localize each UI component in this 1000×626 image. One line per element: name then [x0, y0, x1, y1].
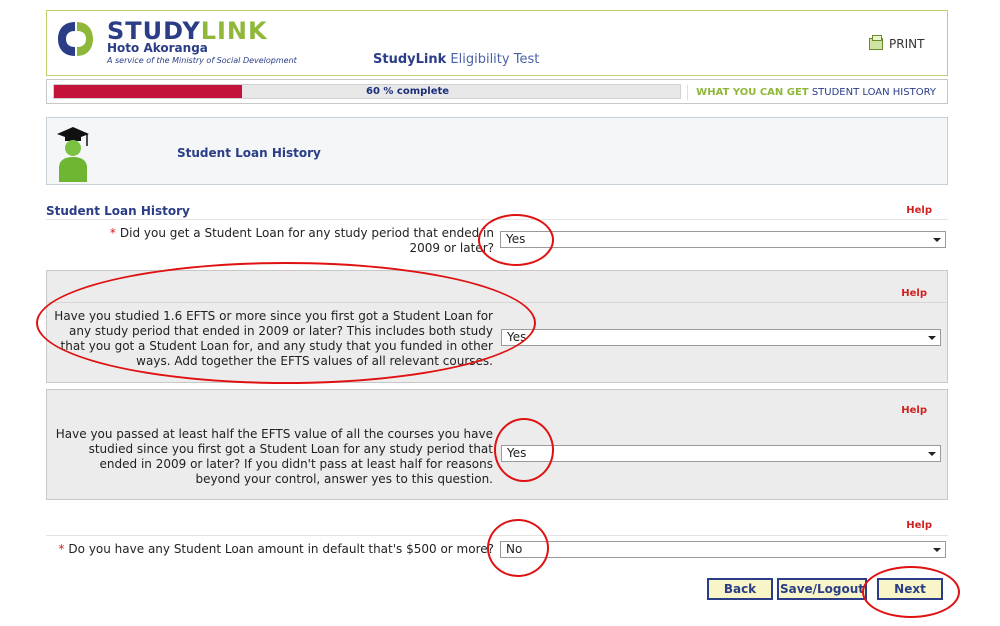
question-4-label: * Do you have any Student Loan amount in …	[46, 542, 494, 557]
question-2-value: Yes	[507, 330, 527, 344]
print-label: PRINT	[889, 37, 925, 51]
header-panel: STUDYLINK Hoto Akoranga A service of the…	[46, 10, 948, 76]
section-banner: Student Loan History	[46, 117, 948, 185]
panel-divider	[47, 302, 947, 303]
section-title: Student Loan History	[46, 204, 190, 218]
question-1-text: Did you get a Student Loan for any study…	[119, 226, 494, 255]
question-3-label: Have you passed at least half the EFTS v…	[55, 427, 493, 486]
question-2-select[interactable]: Yes	[501, 329, 941, 346]
brand-part2: LINK	[200, 17, 268, 45]
question-3-value: Yes	[507, 446, 527, 460]
help-link-section[interactable]: Help	[906, 205, 932, 216]
banner-title: Student Loan History	[177, 146, 321, 160]
required-marker: *	[109, 226, 116, 240]
page-title: StudyLink Eligibility Test	[373, 52, 539, 67]
save-logout-button[interactable]: Save/Logout	[777, 578, 867, 600]
question-3-panel: Help Have you passed at least half the E…	[46, 389, 948, 500]
breadcrumb-step-student-loan-history[interactable]: STUDENT LOAN HISTORY	[812, 87, 936, 98]
brand-subtitle: Hoto Akoranga	[107, 41, 208, 55]
question-4-header: Help	[46, 520, 948, 536]
question-4-text: Do you have any Student Loan amount in d…	[68, 542, 494, 556]
chevron-down-icon	[928, 452, 936, 456]
studylink-logo-icon	[55, 19, 95, 59]
question-4-value: No	[506, 542, 523, 556]
chevron-down-icon	[933, 548, 941, 552]
question-1-select[interactable]: Yes	[500, 231, 946, 248]
question-1-value: Yes	[506, 232, 526, 246]
progress-strip: 60 % complete WHAT YOU CAN GET STUDENT L…	[46, 79, 948, 104]
back-button[interactable]: Back	[707, 578, 773, 600]
printer-icon	[869, 35, 883, 50]
progress-label: 60 % complete	[366, 86, 450, 97]
question-4-select[interactable]: No	[500, 541, 946, 558]
progress-fill	[54, 85, 242, 98]
question-2-panel: Help Have you studied 1.6 EFTS or more s…	[46, 270, 948, 383]
chevron-down-icon	[928, 336, 936, 340]
question-2-label: Have you studied 1.6 EFTS or more since …	[54, 309, 493, 368]
app-title-bold: StudyLink	[373, 52, 447, 67]
app-title-rest: Eligibility Test	[450, 52, 540, 67]
print-button[interactable]: PRINT	[869, 35, 925, 51]
breadcrumb: WHAT YOU CAN GET STUDENT LOAN HISTORY	[687, 85, 942, 100]
question-1-label: * Did you get a Student Loan for any stud…	[80, 226, 494, 256]
progress-bar: 60 % complete	[53, 84, 681, 99]
section-header: Student Loan History Help	[46, 204, 948, 220]
help-link-question-2[interactable]: Help	[901, 288, 927, 299]
graduate-icon	[53, 124, 93, 182]
required-marker: *	[58, 542, 65, 556]
question-3-select[interactable]: Yes	[501, 445, 941, 462]
help-link-question-4[interactable]: Help	[906, 520, 932, 531]
breadcrumb-step-what-you-can-get[interactable]: WHAT YOU CAN GET	[696, 87, 808, 98]
next-button[interactable]: Next	[877, 578, 943, 600]
chevron-down-icon	[933, 238, 941, 242]
help-link-question-3[interactable]: Help	[901, 405, 927, 416]
brand-tagline: A service of the Ministry of Social Deve…	[107, 56, 297, 65]
